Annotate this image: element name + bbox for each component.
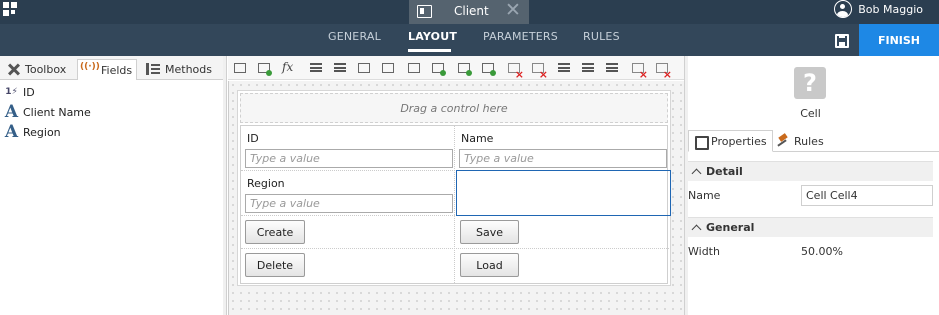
close-icon[interactable]: ✕ — [505, 0, 521, 20]
align-top-icon[interactable] — [630, 60, 648, 81]
text-field-icon: A — [4, 122, 19, 142]
insert-column-right-icon[interactable] — [380, 60, 396, 76]
field-item-region[interactable]: A Region — [0, 122, 220, 142]
field-label: Region — [23, 125, 61, 139]
chevron-up-icon — [692, 223, 702, 233]
wrench-icon — [6, 63, 20, 75]
create-button[interactable]: Create — [245, 220, 305, 244]
tab-fields[interactable]: Fields — [77, 59, 138, 80]
cell-region[interactable]: Region Type a value — [241, 171, 455, 215]
align-middle-icon[interactable] — [654, 60, 672, 81]
width-property-label: Width — [688, 245, 720, 258]
drop-zone[interactable]: Drag a control here — [240, 93, 668, 123]
tab-rules[interactable]: RULES — [583, 30, 620, 43]
insert-row-above-icon[interactable] — [308, 60, 324, 76]
form-area: Drag a control here ID Type a value Name… — [237, 90, 671, 286]
id-input[interactable]: Type a value — [245, 149, 453, 168]
detail-header-label: Detail — [706, 165, 743, 178]
load-button[interactable]: Load — [460, 253, 519, 277]
document-tab[interactable]: Client ✕ — [409, 0, 529, 24]
name-property-input[interactable]: Cell Cell4 — [801, 185, 933, 206]
left-panel-tabs: Toolbox Fields Methods — [0, 56, 224, 80]
table-icon[interactable] — [232, 60, 248, 76]
row-divider — [241, 248, 669, 249]
tab-rules-label: Rules — [794, 134, 824, 148]
insert-row-below-icon[interactable] — [332, 60, 348, 76]
tab-toolbox-label: Toolbox — [25, 62, 67, 76]
tab-methods[interactable]: Methods — [142, 59, 216, 79]
name-input[interactable]: Type a value — [459, 149, 667, 168]
field-item-id[interactable]: 1⚡ ID — [0, 82, 220, 102]
properties-icon — [694, 135, 709, 150]
id-label: ID — [247, 132, 259, 145]
general-header-label: General — [706, 221, 755, 234]
selected-object-title: Cell — [800, 107, 821, 120]
expression-icon[interactable]: fx — [282, 60, 298, 76]
field-item-client-name[interactable]: A Client Name — [0, 102, 220, 122]
delete-column-icon[interactable] — [506, 60, 524, 81]
left-panel: Toolbox Fields Methods 1⚡ ID A Client Na… — [0, 56, 224, 315]
region-input[interactable]: Type a value — [245, 194, 453, 213]
split-cells-icon[interactable] — [430, 60, 446, 76]
user-name: Bob Maggio — [858, 2, 923, 16]
name-property-label: Name — [688, 189, 721, 202]
tab-methods-label: Methods — [165, 62, 212, 76]
text-field-icon: A — [4, 102, 19, 122]
align-center-icon[interactable] — [580, 60, 596, 76]
finish-button[interactable]: FINISH — [859, 24, 939, 56]
app-grid-icon[interactable] — [3, 2, 19, 18]
save-button[interactable]: Save — [460, 220, 519, 244]
align-left-icon[interactable] — [556, 60, 572, 76]
cell-id[interactable]: ID Type a value — [241, 126, 455, 170]
tab-rules-panel[interactable]: Rules — [771, 130, 830, 152]
tab-layout[interactable]: LAYOUT — [408, 30, 457, 43]
save-icon[interactable] — [835, 34, 849, 48]
name-label: Name — [461, 132, 494, 145]
detail-section-header[interactable]: Detail — [688, 161, 933, 181]
general-section-header[interactable]: General — [688, 217, 933, 237]
active-tab-indicator — [408, 49, 451, 52]
tab-parameters[interactable]: PARAMETERS — [483, 30, 558, 43]
layout-table[interactable]: ID Type a value Name Type a value Region… — [240, 125, 671, 284]
autonumber-icon: 1⚡ — [5, 87, 18, 97]
question-mark-icon: ? — [794, 67, 826, 99]
delete-row-icon[interactable] — [530, 60, 548, 81]
properties-tabs: Properties Rules — [688, 130, 939, 152]
tab-general[interactable]: GENERAL — [328, 30, 381, 43]
gavel-icon — [777, 135, 789, 147]
document-tab-label: Client — [454, 4, 489, 18]
tab-properties[interactable]: Properties — [688, 130, 773, 152]
top-bar: Client ✕ Bob Maggio — [0, 0, 939, 24]
fields-icon — [80, 62, 100, 76]
form-view-icon — [417, 5, 432, 18]
properties-panel: ? Cell Properties Rules Detail Name Cell… — [688, 56, 939, 315]
width-property-value[interactable]: 50.00% — [801, 245, 843, 258]
tab-properties-label: Properties — [711, 134, 767, 148]
layout-toolbar: fx — [228, 56, 684, 81]
methods-icon — [146, 63, 160, 75]
avatar-icon — [834, 0, 853, 18]
cell-cell4-selected[interactable] — [456, 170, 671, 216]
design-canvas[interactable]: Drag a control here ID Type a value Name… — [228, 81, 684, 315]
user-menu[interactable]: Bob Maggio — [834, 0, 923, 18]
tab-toolbox[interactable]: Toolbox — [2, 59, 70, 79]
paste-icon[interactable] — [480, 60, 496, 76]
cell-name[interactable]: Name Type a value — [455, 126, 669, 170]
align-right-icon[interactable] — [604, 60, 620, 76]
chevron-up-icon — [692, 167, 702, 177]
left-splitter[interactable] — [223, 56, 227, 315]
delete-button[interactable]: Delete — [245, 253, 305, 277]
merge-cells-icon[interactable] — [406, 60, 422, 76]
region-label: Region — [247, 177, 285, 190]
tab-fields-label: Fields — [101, 63, 133, 77]
cut-icon[interactable] — [456, 60, 472, 76]
field-list: 1⚡ ID A Client Name A Region — [0, 82, 220, 143]
add-table-icon[interactable] — [256, 60, 272, 76]
designer-nav-bar: GENERAL LAYOUT PARAMETERS RULES — [0, 24, 939, 56]
insert-column-left-icon[interactable] — [356, 60, 372, 76]
field-label: Client Name — [23, 105, 91, 119]
field-label: ID — [23, 85, 35, 99]
